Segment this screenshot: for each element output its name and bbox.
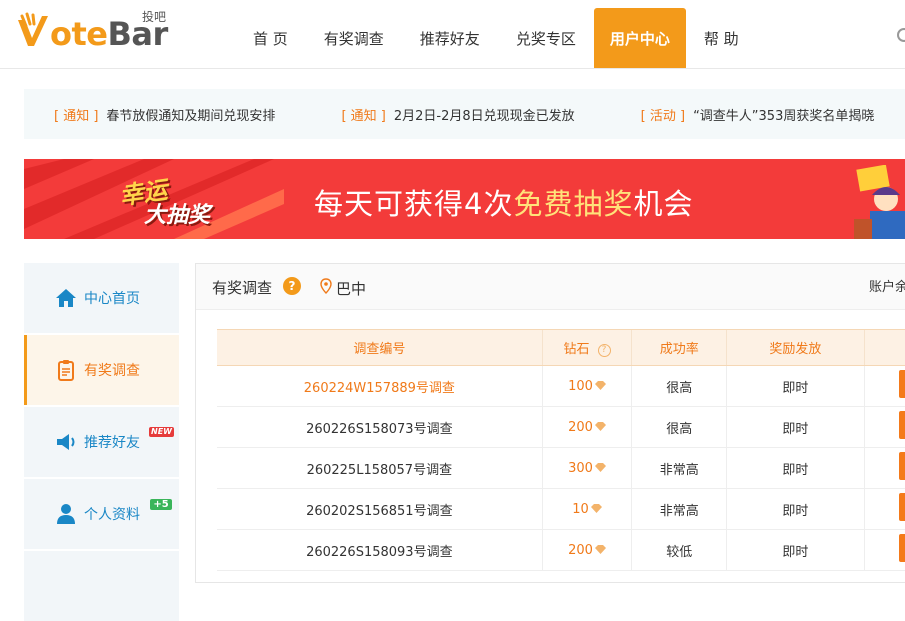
survey-id-link[interactable]: 260226S158093号调查	[306, 545, 453, 560]
nav-surveys[interactable]: 有奖调查	[306, 8, 402, 68]
hand-logo-icon	[18, 12, 48, 46]
diamond-help-icon[interactable]: ?	[597, 344, 611, 357]
reward-timing: 即时	[726, 488, 865, 530]
col-header-reward: 奖励发放	[726, 329, 865, 366]
col-header-diamond: 钻石?	[541, 329, 632, 366]
notice-text[interactable]: “调查牛人”353周获奖名单揭晓	[693, 105, 874, 124]
nav-refer-friends[interactable]: 推荐好友	[402, 8, 498, 68]
notice-tag: [ 通知 ]	[54, 108, 99, 124]
sidebar-item-refer-friends[interactable]: 推荐好友 NEW	[24, 407, 179, 477]
notice-item[interactable]: [ 通知 ] 2月2日-2月8日兑现现金已发放	[341, 105, 574, 124]
sidebar-item-center-home[interactable]: 中心首页	[24, 263, 179, 333]
start-survey-button[interactable]	[899, 534, 905, 562]
lucky-character-icon	[854, 165, 905, 239]
diamond-icon	[594, 462, 606, 472]
diamond-value: 10	[572, 501, 589, 517]
success-rate: 较低	[631, 529, 727, 571]
banner-slogan: 每天可获得4次免费抽奖机会	[314, 187, 694, 221]
notice-item[interactable]: [ 活动 ] “调查牛人”353周获奖名单揭晓	[641, 105, 875, 124]
survey-id-link[interactable]: 260226S158073号调查	[306, 422, 453, 437]
user-icon	[57, 504, 75, 524]
notice-bar: [ 通知 ] 春节放假通知及期间兑现安排 [ 通知 ] 2月2日-2月8日兑现现…	[24, 89, 905, 139]
start-survey-button[interactable]	[899, 452, 905, 480]
start-survey-button[interactable]	[899, 370, 905, 398]
clipboard-icon	[58, 360, 74, 381]
location-pin-icon	[320, 278, 332, 294]
survey-id-link[interactable]: 260225L158057号调查	[307, 463, 453, 478]
nav-home[interactable]: 首 页	[235, 8, 306, 68]
table-header-row: 调查编号 钻石? 成功率 奖励发放	[217, 329, 905, 366]
reward-timing: 即时	[726, 529, 865, 571]
sidebar-item-profile[interactable]: 个人资料 +5	[24, 479, 179, 549]
reward-timing: 即时	[726, 447, 865, 489]
diamond-value: 200	[568, 542, 593, 558]
help-icon[interactable]: ?	[283, 277, 301, 295]
sidebar-item-label: 推荐好友	[84, 435, 140, 451]
panel-header: 有奖调查 ? 巴中 账户余	[196, 264, 905, 310]
table-row[interactable]: 260225L158057号调查 300 非常高 即时	[217, 447, 905, 489]
votebar-logo[interactable]: oteBar 投吧	[14, 8, 174, 56]
survey-panel: 有奖调查 ? 巴中 账户余 调查编号 钻石? 成功率 奖励发放 260224W1…	[195, 263, 905, 583]
notice-item[interactable]: [ 通知 ] 春节放假通知及期间兑现安排	[54, 105, 275, 124]
notice-tag: [ 通知 ]	[341, 108, 386, 124]
lottery-banner[interactable]: 幸运 大抽奖 每天可获得4次免费抽奖机会	[24, 159, 905, 239]
table-row[interactable]: 260226S158093号调查 200 较低 即时	[217, 529, 905, 571]
search-icon[interactable]	[897, 28, 905, 42]
start-survey-button[interactable]	[899, 411, 905, 439]
table-row[interactable]: 260226S158073号调查 200 很高 即时	[217, 406, 905, 448]
top-header: oteBar 投吧 首 页 有奖调查 推荐好友 兑奖专区 用户中心 帮 助	[0, 0, 905, 69]
location-text[interactable]: 巴中	[336, 278, 366, 299]
notice-text[interactable]: 2月2日-2月8日兑现现金已发放	[394, 105, 575, 124]
megaphone-icon	[57, 434, 75, 450]
col-header-action	[863, 329, 905, 366]
diamond-value: 200	[568, 419, 593, 435]
sidebar-item-label: 个人资料	[84, 507, 140, 523]
banner-badge-bottom: 大抽奖	[144, 203, 211, 228]
main-nav: 首 页 有奖调查 推荐好友 兑奖专区 用户中心 帮 助	[235, 8, 757, 68]
sidebar-item-more[interactable]	[24, 551, 179, 621]
logo-cn-text: 投吧	[142, 10, 167, 24]
diamond-value: 300	[568, 460, 593, 476]
success-rate: 很高	[631, 406, 727, 448]
points-badge: +5	[150, 499, 172, 510]
survey-id-link[interactable]: 260224W157889号调查	[304, 381, 455, 396]
sidebar-item-label: 有奖调查	[84, 363, 140, 379]
notice-text[interactable]: 春节放假通知及期间兑现安排	[106, 105, 275, 124]
table-row[interactable]: 260202S156851号调查 10 非常高 即时	[217, 488, 905, 530]
nav-redeem[interactable]: 兑奖专区	[498, 8, 594, 68]
survey-table: 调查编号 钻石? 成功率 奖励发放 260224W157889号调查 100 很…	[217, 329, 905, 571]
account-balance-label: 账户余	[869, 280, 905, 295]
diamond-icon	[594, 421, 606, 431]
col-header-rate: 成功率	[631, 329, 727, 366]
diamond-value: 100	[568, 378, 593, 394]
sidebar-item-label: 中心首页	[84, 291, 140, 307]
table-row[interactable]: 260224W157889号调查 100 很高 即时	[217, 365, 905, 407]
success-rate: 非常高	[631, 447, 727, 489]
user-sidebar: 中心首页 有奖调查 推荐好友 NEW 个人资料 +5	[24, 263, 179, 621]
panel-title: 有奖调查	[212, 279, 273, 297]
reward-timing: 即时	[726, 406, 865, 448]
sidebar-item-surveys[interactable]: 有奖调查	[24, 335, 179, 405]
nav-user-center[interactable]: 用户中心	[593, 8, 686, 68]
diamond-icon	[590, 503, 602, 513]
diamond-icon	[594, 544, 606, 554]
success-rate: 非常高	[631, 488, 727, 530]
success-rate: 很高	[631, 365, 727, 407]
new-badge: NEW	[149, 427, 174, 437]
reward-timing: 即时	[726, 365, 865, 407]
home-icon	[56, 289, 76, 307]
notice-tag: [ 活动 ]	[640, 108, 686, 124]
survey-id-link[interactable]: 260202S156851号调查	[306, 504, 453, 519]
nav-help[interactable]: 帮 助	[686, 8, 757, 68]
diamond-icon	[594, 380, 606, 390]
start-survey-button[interactable]	[899, 493, 905, 521]
col-header-id: 调查编号	[217, 329, 543, 366]
